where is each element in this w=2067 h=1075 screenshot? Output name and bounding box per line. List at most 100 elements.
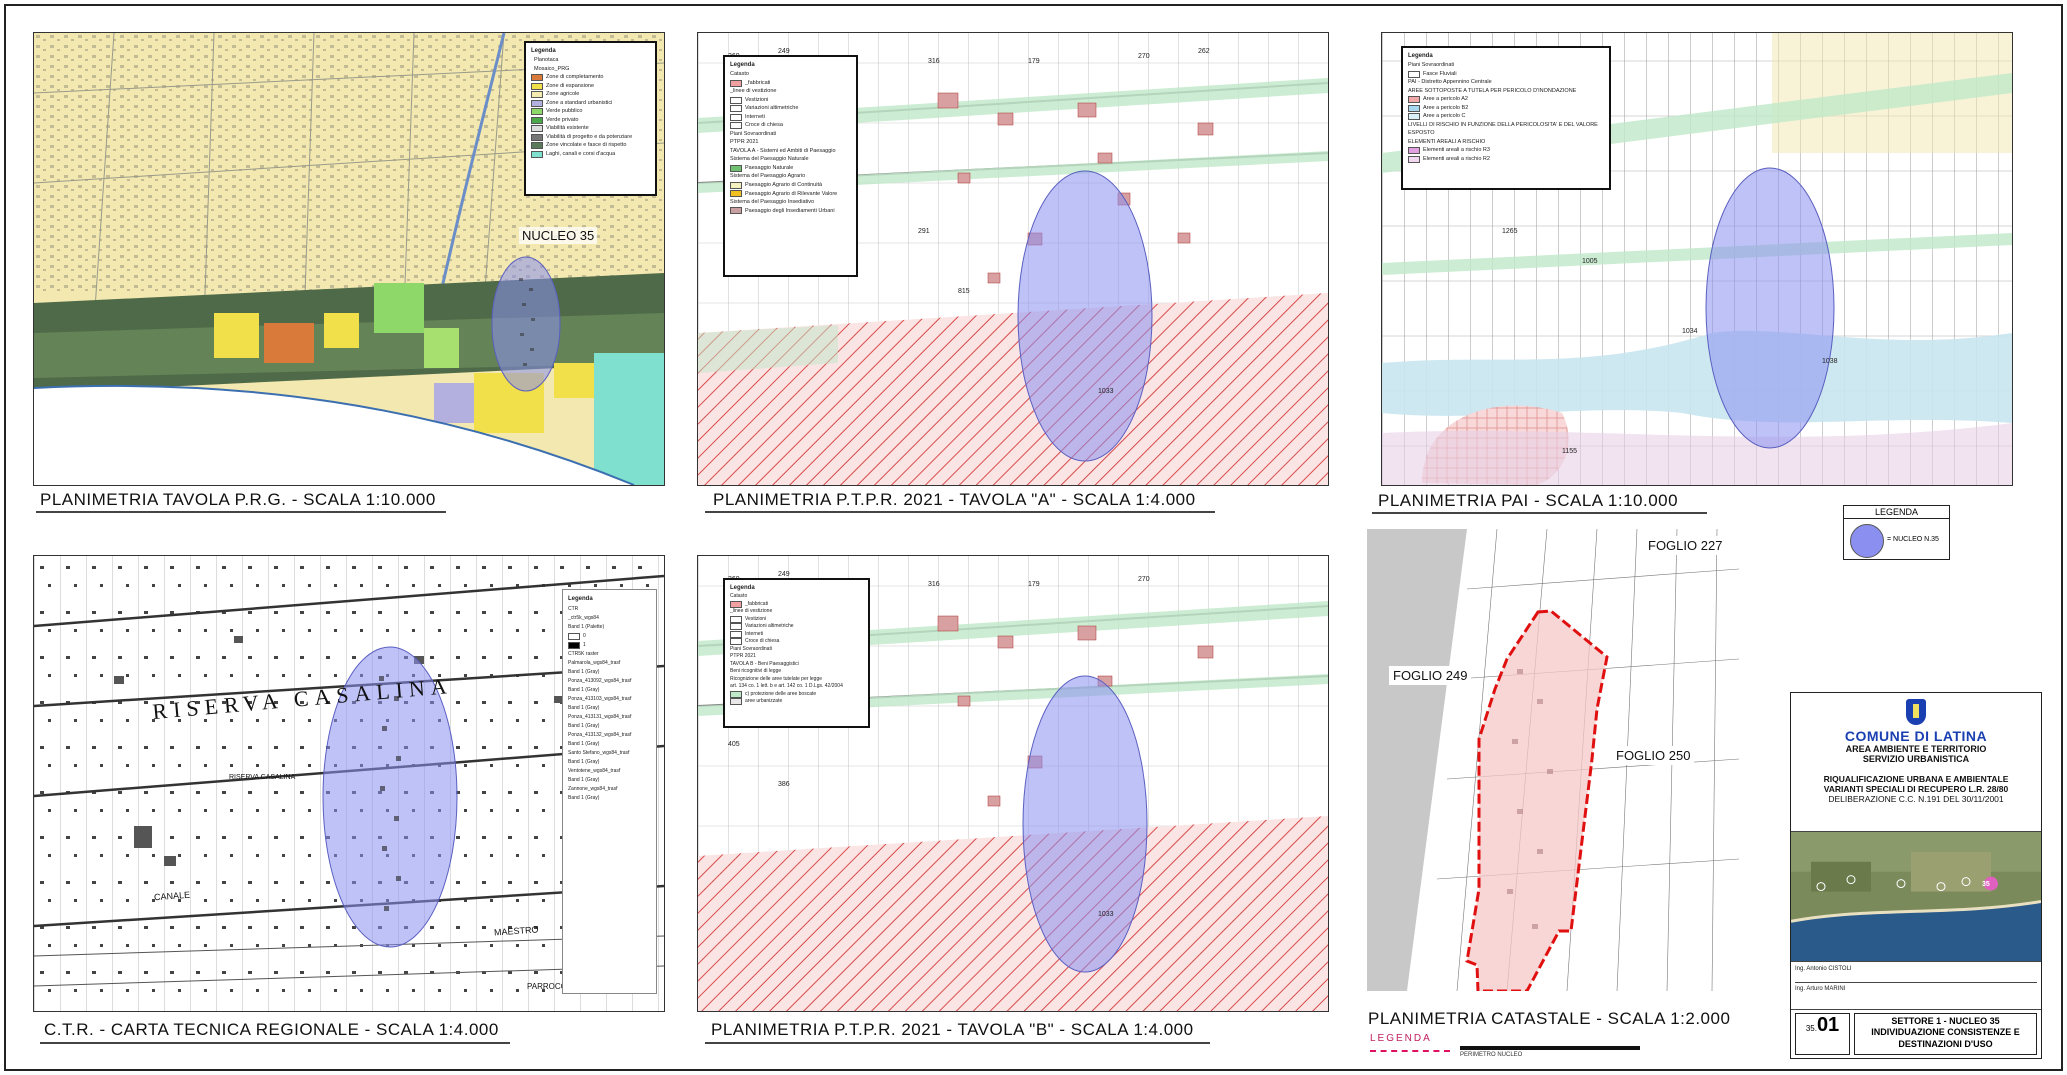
legend-item: TAVOLA A - Sistemi ed Ambiti di Paesaggi… <box>730 147 836 154</box>
sheet-prefix: 35. <box>1805 1024 1817 1033</box>
svg-text:815: 815 <box>958 288 970 295</box>
svg-text:386: 386 <box>778 781 790 788</box>
legend-item: Verde pubblico <box>531 107 650 116</box>
map-label: RISERVA CASALINA <box>229 774 296 781</box>
caption-underline <box>705 511 1215 513</box>
svg-text:1033: 1033 <box>1098 911 1114 918</box>
legend-item: Mosaico_PRG <box>534 65 570 72</box>
legend-item: Viabilità di progetto e da potenziare <box>531 133 650 142</box>
pai-legend: Legenda Piani Sovraordinati Fasce Fluvia… <box>1401 46 1611 190</box>
legend-item: Piani Sovraordinati <box>730 130 777 137</box>
title-block: COMUNE DI LATINA AREA AMBIENTE E TERRITO… <box>1790 692 2042 1059</box>
legend-item: Elementi areali a rischio R2 <box>1408 155 1604 164</box>
perimeter-legend-text: PERIMETRO NUCLEO <box>1460 1052 1523 1058</box>
svg-text:316: 316 <box>928 581 940 588</box>
legend-item: TAVOLA B - Beni Paesaggistici <box>730 660 799 667</box>
legend-item: _linee di vestizione <box>730 88 777 95</box>
svg-text:249: 249 <box>778 571 790 578</box>
legend-item: CTR <box>568 605 579 612</box>
area-name: AREA AMBIENTE E TERRITORIO <box>1845 744 1987 754</box>
catastale-legenda-label: LEGENDA <box>1370 1033 1432 1044</box>
legend-item: Palmarola_wgs84_trasf <box>568 659 621 666</box>
legend-item: Band 1 (Gray) <box>568 758 600 765</box>
legend-item: Verde privato <box>531 116 650 125</box>
legend-item: Zone di completamento <box>531 73 650 82</box>
nucleo-swatch-icon <box>1850 524 1884 558</box>
main-legend: LEGENDA = NUCLEO N.35 <box>1843 505 1950 560</box>
ctr-map-panel: RISERVA CASALINA RISERVA CASALINA CANALE… <box>33 555 665 1012</box>
legend-item: Band 1 (Palette) <box>568 623 605 630</box>
legend-item: Ricognizione delle aree tutelate per leg… <box>730 675 823 682</box>
ptpr-a-legend: Legenda Catasto _fabbricati _linee di ve… <box>723 55 858 277</box>
legend-item: Ponza_413103_wgs84_trasf <box>568 695 632 702</box>
legend-item: Aree a pericolo A2 <box>1408 95 1604 104</box>
svg-text:291: 291 <box>918 228 930 235</box>
legend-item: Band 1 (Gray) <box>568 740 600 747</box>
legend-item: Vestizioni <box>730 96 851 105</box>
sheet-title-line-3: DESTINAZIONI D'USO <box>1898 1038 1993 1049</box>
legend-item: CTR5K raster <box>568 650 599 657</box>
legend-item: Ponza_413131_wgs84_trasf <box>568 713 632 720</box>
caption-underline <box>1372 512 1707 514</box>
comune-name: COMUNE DI LATINA <box>1844 728 1988 744</box>
legend-item: _fabbricati <box>730 601 863 609</box>
signature-1: Ing. Antonio CISTOLI <box>1795 966 1852 972</box>
caption-underline <box>40 1042 510 1044</box>
legend-item: _fabbricati <box>730 79 851 88</box>
legend-item: Variazioni altimetriche <box>730 104 851 113</box>
caption-underline <box>705 1042 1210 1044</box>
legend-item: Planotaca <box>534 57 559 64</box>
signatures: Ing. Antonio CISTOLI Ing. Arturo MARINI <box>1791 962 2041 1010</box>
sheet-title-line-2: INDIVIDUAZIONE CONSISTENZE E <box>1871 1027 2020 1038</box>
legend-title: Legenda <box>568 596 593 602</box>
sheet-title: SETTORE 1 - NUCLEO 35 INDIVIDUAZIONE CON… <box>1854 1013 2037 1055</box>
catastale-caption: PLANIMETRIA CATASTALE - SCALA 1:2.000 <box>1368 1009 1731 1028</box>
foglio-label: FOGLIO 250 <box>1612 746 1695 765</box>
prg-legend: Legenda Planotaca Mosaico_PRG Zone di co… <box>524 41 657 196</box>
legend-item: Band 1 (Gray) <box>568 668 600 675</box>
legend-item: Aree a pericolo C <box>1408 112 1604 121</box>
legend-item: Zone vincolate e fasce di rispetto <box>531 141 650 150</box>
legend-item: ELEMENTI AREALI A RISCHIO <box>1408 138 1486 145</box>
sheet-title-line-1: SETTORE 1 - NUCLEO 35 <box>1891 1016 2000 1026</box>
pai-map-panel: 1265 1005 1155 1034 1038 Legenda Piani Sovr… <box>1381 32 2013 486</box>
legend-item: Band 1 (Gray) <box>568 722 600 729</box>
legend-item: PTPR 2021 <box>730 653 756 659</box>
svg-text:179: 179 <box>1028 581 1040 588</box>
legend-item: Sistema del Paesaggio Naturale <box>730 156 809 163</box>
legend-item: Band 1 (Gray) <box>568 686 600 693</box>
ortho-photo: 35 <box>1791 832 2041 962</box>
legend-item: Ponza_413092_wgs84_trasf <box>568 677 632 684</box>
foglio-label: FOGLIO 227 <box>1644 536 1727 555</box>
legend-item: AREE SOTTOPOSTE A TUTELA PER PERICOLO D'… <box>1408 87 1577 94</box>
legend-item: Ventotene_wgs84_trasf <box>568 767 621 774</box>
legend-title: Legenda <box>730 62 755 68</box>
legend-item: 1 <box>568 641 651 650</box>
pai-caption: PLANIMETRIA PAI - SCALA 1:10.000 <box>1378 491 1679 510</box>
legend-item: _ctr5k_wgs84 <box>568 614 599 621</box>
legend-item: Fasce Fluviali <box>1408 70 1604 79</box>
legend-item: c) protezione delle aree boscate <box>730 691 863 699</box>
svg-text:1265: 1265 <box>1502 228 1518 235</box>
main-legend-title: LEGENDA <box>1844 506 1949 519</box>
legend-item: art. 134 co. 1 lett. b e art. 142 co. 1 … <box>730 683 843 689</box>
project-line-2: VARIANTI SPECIALI DI RECUPERO L.R. 28/80 <box>1823 784 2009 794</box>
legend-item: Piani Sovraordinati <box>1408 62 1455 69</box>
ptpr-a-map-panel: 369249224316 179270262 405386384 2918151… <box>697 32 1329 486</box>
legend-item: Variazioni altimetriche <box>730 623 863 631</box>
legend-item: Catasto <box>730 71 749 78</box>
legend-item: Viabilità esistente <box>531 124 650 133</box>
legend-item: Interneti <box>730 113 851 122</box>
legend-item: Elementi areali a rischio R3 <box>1408 146 1604 155</box>
coat-of-arms-icon <box>1906 699 1926 725</box>
servizio-name: SERVIZIO URBANISTICA <box>1862 754 1970 764</box>
legend-item: Zone di espansione <box>531 82 650 91</box>
svg-text:179: 179 <box>1028 58 1040 65</box>
svg-text:262: 262 <box>1198 48 1210 55</box>
caption-underline <box>36 511 446 513</box>
legend-item: Santo Stefano_wgs84_trasf <box>568 749 630 756</box>
legend-item: Piani Sovraordinati <box>730 645 772 652</box>
svg-text:316: 316 <box>928 58 940 65</box>
prg-caption: PLANIMETRIA TAVOLA P.R.G. - SCALA 1:10.0… <box>40 490 436 509</box>
ctr-legend: Legenda CTR _ctr5k_wgs84 Band 1 (Palette… <box>562 589 657 994</box>
